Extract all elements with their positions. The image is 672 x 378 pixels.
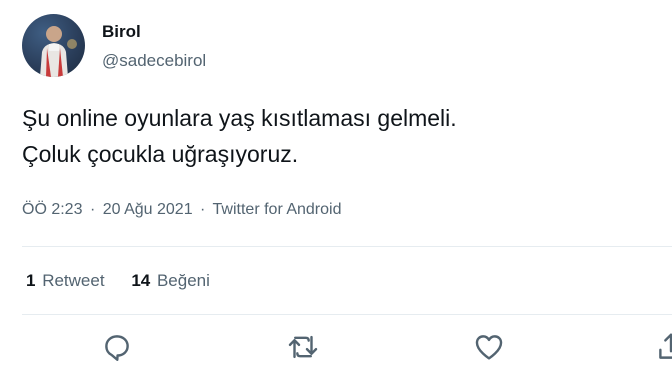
tweet-text-line: Çoluk çocukla uğraşıyoruz. [22,141,299,167]
retweets-count: 1 [26,271,36,290]
engagement-stats: 1 Retweet 14 Beğeni [26,271,232,291]
likes-label: Beğeni [156,271,210,290]
tweet-text: Şu online oyunlara yaş kısıtlaması gelme… [22,100,652,172]
tweet-source[interactable]: Twitter for Android [213,201,342,218]
tweet-card: Birol @sadecebirol Şu online oyunlara ya… [0,0,672,378]
reply-icon [105,335,129,361]
likes-count: 14 [131,271,151,290]
meta-separator: · [200,201,206,218]
display-name[interactable]: Birol [102,22,206,42]
share-icon [659,333,672,359]
retweets-label: Retweet [42,271,105,290]
retweet-icon [288,335,318,359]
username-handle[interactable]: @sadecebirol [102,51,206,71]
divider [22,246,672,247]
tweet-time[interactable]: ÖÖ 2:23 [22,201,82,218]
share-button[interactable] [654,330,672,364]
retweet-button[interactable] [286,330,320,364]
like-button[interactable] [472,330,506,364]
avatar[interactable] [22,14,85,77]
retweets-stat[interactable]: 1 Retweet [26,271,105,290]
tweet-text-line: Şu online oyunlara yaş kısıtlaması gelme… [22,105,457,131]
profile-avatar-icon [40,26,77,77]
divider [22,314,672,315]
action-bar [0,330,672,370]
reply-button[interactable] [100,330,134,364]
likes-stat[interactable]: 14 Beğeni [131,271,210,290]
tweet-metadata: ÖÖ 2:23 · 20 Ağu 2021 · Twitter for Andr… [22,201,341,219]
author-names: Birol @sadecebirol [102,22,206,71]
like-icon [475,335,503,360]
meta-separator: · [89,201,96,218]
tweet-date[interactable]: 20 Ağu 2021 [103,201,193,218]
